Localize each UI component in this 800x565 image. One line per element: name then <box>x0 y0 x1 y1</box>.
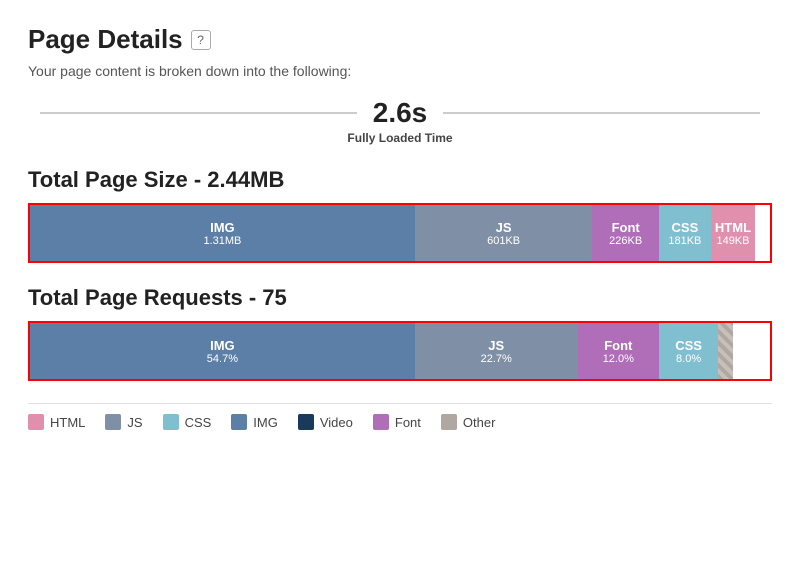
legend-label-css: CSS <box>185 415 212 430</box>
legend-label-font: Font <box>395 415 421 430</box>
time-line-left <box>40 112 357 114</box>
legend-label-other: Other <box>463 415 496 430</box>
legend-item-js: JS <box>105 414 142 430</box>
legend-label-img: IMG <box>253 415 278 430</box>
legend-label-js: JS <box>127 415 142 430</box>
time-line-row: 2.6s <box>40 97 760 129</box>
legend-item-img: IMG <box>231 414 278 430</box>
legend-item-html: HTML <box>28 414 85 430</box>
requests-bar-segment-font: Font12.0% <box>578 323 659 379</box>
page-title: Page Details <box>28 24 183 55</box>
legend-swatch-html <box>28 414 44 430</box>
loaded-time-section: 2.6s Fully Loaded Time <box>28 97 772 145</box>
legend-item-css: CSS <box>163 414 212 430</box>
size-bar-segment-html: HTML149KB <box>711 205 755 261</box>
size-bar-segment-img: IMG1.31MB <box>30 205 415 261</box>
size-bar-segment-css: CSS181KB <box>659 205 711 261</box>
legend-swatch-video <box>298 414 314 430</box>
legend-label-html: HTML <box>50 415 85 430</box>
legend-swatch-css <box>163 414 179 430</box>
requests-bar-segment-js: JS22.7% <box>415 323 578 379</box>
total-size-title: Total Page Size - 2.44MB <box>28 167 772 193</box>
size-bar: IMG1.31MBJS601KBFont226KBCSS181KBHTML149… <box>28 203 772 263</box>
legend-swatch-img <box>231 414 247 430</box>
size-bar-segment-js: JS601KB <box>415 205 593 261</box>
legend-row: HTML JS CSS IMG Video Font Other <box>28 403 772 430</box>
requests-bar-segment-css: CSS8.0% <box>659 323 718 379</box>
total-requests-title: Total Page Requests - 75 <box>28 285 772 311</box>
legend-item-font: Font <box>373 414 421 430</box>
legend-swatch-js <box>105 414 121 430</box>
legend-item-other: Other <box>441 414 496 430</box>
size-bar-segment-font: Font226KB <box>592 205 659 261</box>
legend-label-video: Video <box>320 415 353 430</box>
subtitle: Your page content is broken down into th… <box>28 63 772 79</box>
time-line-right <box>443 112 760 114</box>
legend-swatch-font <box>373 414 389 430</box>
requests-bar-segment-img: IMG54.7% <box>30 323 415 379</box>
total-requests-section: Total Page Requests - 75 IMG54.7%JS22.7%… <box>28 285 772 381</box>
help-badge[interactable]: ? <box>191 30 211 50</box>
loaded-time-label: Fully Loaded Time <box>347 131 452 145</box>
legend-swatch-other <box>441 414 457 430</box>
legend-item-video: Video <box>298 414 353 430</box>
page-title-row: Page Details ? <box>28 24 772 55</box>
requests-bar: IMG54.7%JS22.7%Font12.0%CSS8.0% <box>28 321 772 381</box>
requests-bar-segment-stripe <box>718 323 733 379</box>
total-size-section: Total Page Size - 2.44MB IMG1.31MBJS601K… <box>28 167 772 263</box>
loaded-time-value: 2.6s <box>357 97 444 129</box>
